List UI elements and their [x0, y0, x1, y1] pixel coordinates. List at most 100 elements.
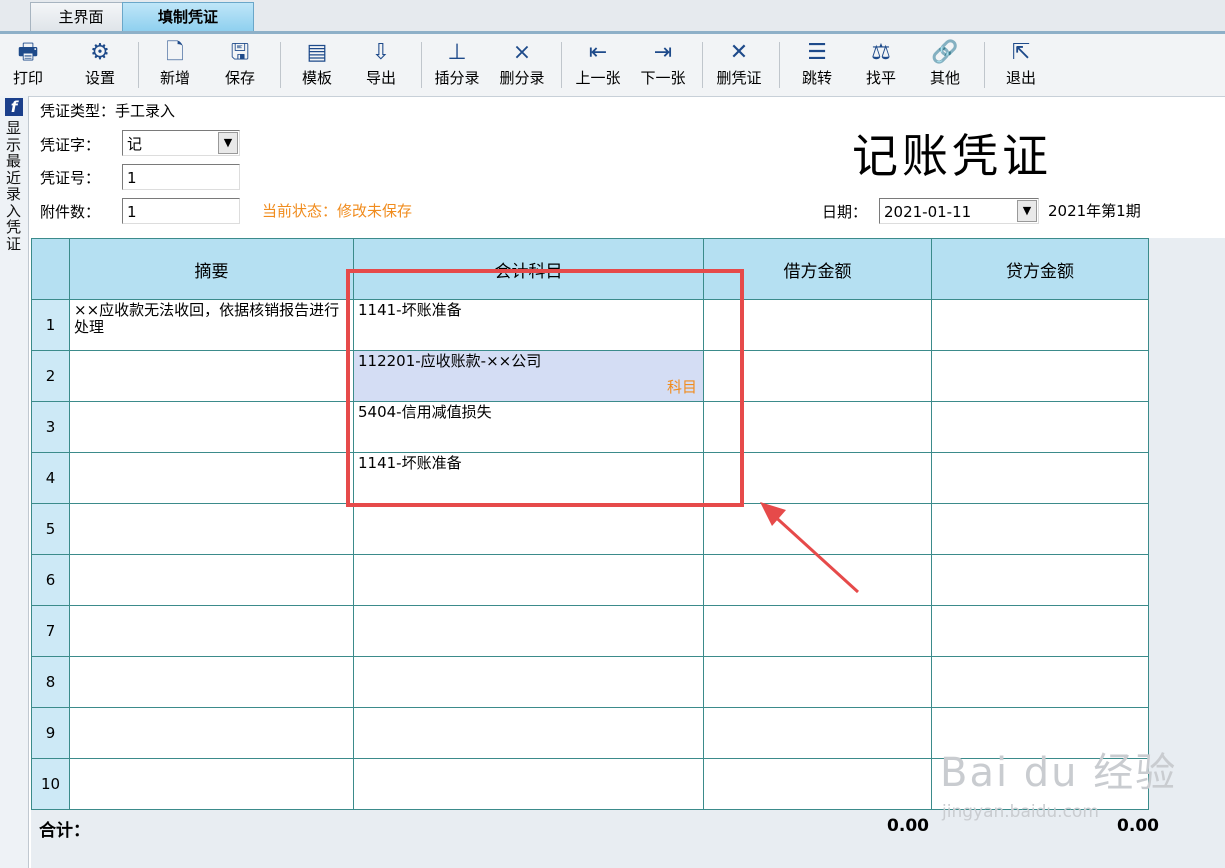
credit-cell[interactable]	[931, 503, 1149, 555]
insert-entry-label: 插分录	[434, 69, 480, 87]
settings-icon: ⚙	[90, 40, 110, 65]
credit-cell[interactable]	[931, 554, 1149, 606]
voucher-number-label: 凭证号：	[40, 169, 101, 187]
delete-voucher-button[interactable]: ✕ 删凭证	[709, 38, 769, 92]
delete-entry-label: 删分录	[499, 69, 545, 87]
summary-cell[interactable]	[69, 605, 354, 657]
credit-cell[interactable]	[931, 656, 1149, 708]
print-button[interactable]: 🖶 打印	[6, 38, 50, 92]
date-picker[interactable]: 2021-01-11 ▼	[879, 198, 1039, 224]
previous-voucher-button[interactable]: ⇤ 上一张	[568, 38, 628, 92]
summary-cell[interactable]	[69, 707, 354, 759]
credit-cell[interactable]	[931, 401, 1149, 453]
row-number: 7	[31, 605, 70, 657]
credit-text	[932, 300, 1148, 304]
jump-label: 跳转	[801, 69, 832, 87]
toolbar-divider	[561, 42, 562, 88]
row-number: 5	[31, 503, 70, 555]
date-value: 2021-01-11	[884, 203, 972, 221]
summary-cell[interactable]: ××应收款无法收回，依据核销报告进行处理	[69, 299, 354, 351]
print-label: 打印	[12, 69, 43, 87]
account-cell[interactable]	[353, 554, 704, 606]
tab-voucher-entry[interactable]: 填制凭证	[122, 2, 254, 31]
table-row: 5	[31, 503, 1149, 555]
settings-label: 设置	[84, 69, 115, 87]
balance-label: 找平	[865, 69, 896, 87]
chevron-down-icon[interactable]: ▼	[218, 132, 238, 154]
recent-vouchers-label: 显示最近录入凭证	[6, 119, 22, 253]
toolbar-divider	[280, 42, 281, 88]
debit-cell[interactable]	[703, 656, 932, 708]
other-button[interactable]: 🔗 其他	[917, 38, 973, 92]
template-icon: ▤	[306, 40, 328, 65]
account-cell[interactable]	[353, 605, 704, 657]
save-icon: 🖫	[230, 40, 250, 65]
highlight-box	[346, 269, 744, 507]
account-cell[interactable]	[353, 707, 704, 759]
summary-cell[interactable]	[69, 452, 354, 504]
credit-cell[interactable]	[931, 605, 1149, 657]
debit-cell[interactable]	[703, 758, 932, 810]
tab-bar: 主界面 填制凭证	[0, 0, 1225, 34]
credit-cell[interactable]	[931, 350, 1149, 402]
credit-text	[932, 402, 1148, 406]
balance-button[interactable]: ⚖ 找平	[853, 38, 909, 92]
voucher-number-field[interactable]: 1	[122, 164, 240, 190]
insert-entry-button[interactable]: ⊥ 插分录	[427, 38, 487, 92]
new-button[interactable]: 🗋 新增	[147, 38, 203, 92]
summary-cell[interactable]	[69, 554, 354, 606]
delete-entry-button[interactable]: ⨯ 删分录	[492, 38, 552, 92]
summary-cell[interactable]	[69, 656, 354, 708]
settings-button[interactable]: ⚙ 设置	[72, 38, 128, 92]
delete-row-icon: ⨯	[512, 40, 532, 65]
new-doc-icon: 🗋	[166, 40, 184, 65]
credit-cell[interactable]	[931, 299, 1149, 351]
table-row: 8	[31, 656, 1149, 708]
chevron-down-icon[interactable]: ▼	[1017, 200, 1037, 222]
exit-icon: ⇱	[1011, 40, 1031, 65]
summary-header: 摘要	[69, 238, 354, 300]
credit-cell[interactable]	[931, 452, 1149, 504]
annotation-arrow-icon	[760, 502, 860, 594]
save-button[interactable]: 🖫 保存	[212, 38, 268, 92]
debit-cell[interactable]	[703, 707, 932, 759]
row-number: 6	[31, 554, 70, 606]
jump-icon: ☰	[807, 40, 827, 65]
next-voucher-label: 下一张	[640, 69, 686, 87]
summary-text: ××应收款无法收回，依据核销报告进行处理	[74, 301, 340, 336]
watermark: Bai du 经验 jingyan.baidu.com	[940, 740, 1177, 822]
attachment-count-label: 附件数：	[40, 203, 101, 221]
template-button[interactable]: ▤ 模板	[289, 38, 345, 92]
prev-icon: ⇤	[588, 40, 608, 65]
credit-header: 贷方金额	[931, 238, 1149, 300]
exit-button[interactable]: ⇱ 退出	[993, 38, 1049, 92]
account-cell[interactable]	[353, 656, 704, 708]
account-cell[interactable]	[353, 503, 704, 555]
row-number: 4	[31, 452, 70, 504]
attachment-count-field[interactable]: 1	[122, 198, 240, 224]
account-cell[interactable]	[353, 758, 704, 810]
jump-button[interactable]: ☰ 跳转	[789, 38, 845, 92]
debit-cell[interactable]	[703, 605, 932, 657]
row-number: 3	[31, 401, 70, 453]
new-label: 新增	[159, 69, 190, 87]
table-row: 6	[31, 554, 1149, 606]
accounting-period: 2021年第1期	[1048, 202, 1141, 220]
summary-cell[interactable]	[69, 503, 354, 555]
row-number: 2	[31, 350, 70, 402]
next-voucher-button[interactable]: ⇥ 下一张	[633, 38, 693, 92]
total-label: 合计：	[39, 821, 90, 841]
summary-cell[interactable]	[69, 758, 354, 810]
other-label: 其他	[929, 69, 960, 87]
export-button[interactable]: ⇩ 导出	[353, 38, 409, 92]
tab-main[interactable]: 主界面	[30, 2, 132, 31]
row-number-header	[31, 238, 70, 300]
recent-vouchers-strip[interactable]: f 显示最近录入凭证	[0, 96, 29, 868]
delete-voucher-label: 删凭证	[716, 69, 762, 87]
attachment-count-value: 1	[127, 203, 137, 221]
summary-cell[interactable]	[69, 350, 354, 402]
voucher-type-label: 凭证类型：手工录入	[40, 102, 176, 120]
balance-icon: ⚖	[871, 40, 891, 65]
voucher-word-select[interactable]: 记 ▼	[122, 130, 240, 156]
summary-cell[interactable]	[69, 401, 354, 453]
